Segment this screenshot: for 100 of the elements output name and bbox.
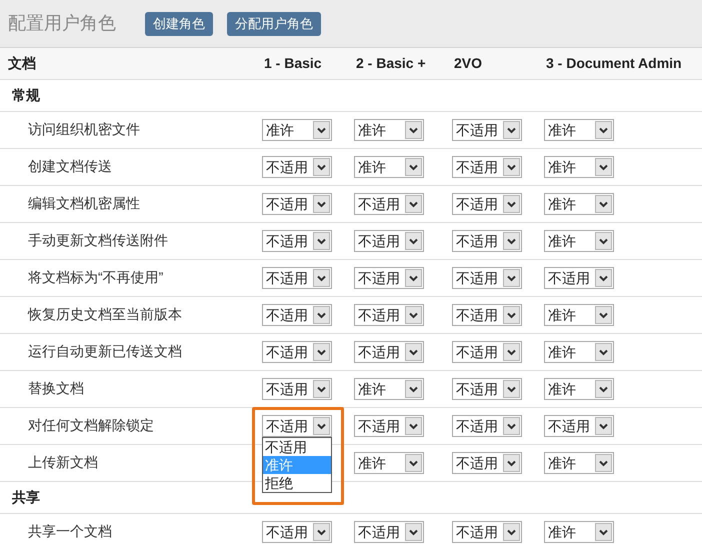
permission-select[interactable]: 不适用 <box>354 341 424 363</box>
caret-icon <box>599 200 608 208</box>
caret-icon <box>599 164 608 170</box>
caret-icon <box>317 422 326 430</box>
caret-icon <box>599 528 608 536</box>
permission-select[interactable]: 不适用 <box>354 267 424 289</box>
permission-select[interactable]: 不适用 <box>452 156 522 178</box>
permission-select[interactable]: 不适用 <box>262 267 332 289</box>
permission-select[interactable]: 准许 <box>544 304 614 326</box>
permission-label: 恢复历史文档至当前版本 <box>28 306 182 322</box>
permission-select[interactable]: 准许 <box>354 156 424 178</box>
caret-icon <box>599 274 608 282</box>
column-header: 文档 <box>8 54 36 70</box>
caret-icon <box>507 528 516 536</box>
permission-select[interactable]: 不适用 <box>452 193 522 215</box>
permission-label: 运行自动更新已传送文档 <box>28 343 182 359</box>
caret-icon <box>507 238 516 244</box>
permission-select[interactable]: 不适用 <box>262 415 332 437</box>
caret-icon <box>507 422 516 430</box>
permission-select[interactable]: 不适用 <box>452 378 522 400</box>
caret-icon <box>599 348 608 356</box>
caret-icon <box>507 348 516 356</box>
caret-icon <box>507 386 516 392</box>
caret-icon <box>409 200 418 208</box>
section-label: 常规 <box>12 86 40 105</box>
caret-icon <box>507 200 516 208</box>
dropdown-option[interactable]: 不适用 <box>263 438 331 456</box>
caret-icon <box>409 422 418 430</box>
permission-select[interactable]: 准许 <box>544 119 614 141</box>
permission-select[interactable]: 不适用 <box>262 230 332 252</box>
permission-select[interactable]: 不适用 <box>452 452 522 474</box>
caret-icon <box>599 386 608 392</box>
permission-label: 共享一个文档 <box>28 523 112 539</box>
permission-select[interactable]: 不适用 <box>262 304 332 326</box>
permission-select[interactable]: 不适用 <box>452 521 522 543</box>
column-header: 2VO <box>454 54 482 70</box>
caret-icon <box>409 460 418 466</box>
permission-label: 对任何文档解除锁定 <box>28 417 154 433</box>
permission-select[interactable]: 不适用 <box>452 267 522 289</box>
permission-select[interactable]: 不适用 <box>452 415 522 437</box>
caret-icon <box>507 164 516 170</box>
permission-select[interactable]: 不适用 <box>544 267 614 289</box>
permission-select[interactable]: 不适用 <box>354 304 424 326</box>
permission-select[interactable]: 准许 <box>544 378 614 400</box>
caret-icon <box>409 386 418 392</box>
caret-icon <box>507 274 516 282</box>
caret-icon <box>317 386 326 392</box>
section-label: 共享 <box>12 488 40 507</box>
permission-label: 创建文档传送 <box>28 158 112 174</box>
permission-select[interactable]: 不适用 <box>354 415 424 437</box>
permission-select[interactable]: 准许 <box>354 119 424 141</box>
permission-select[interactable]: 不适用 <box>262 156 332 178</box>
caret-icon <box>507 126 516 134</box>
caret-icon <box>599 312 608 318</box>
permission-select[interactable]: 不适用 <box>354 521 424 543</box>
caret-icon <box>317 164 326 170</box>
permission-select[interactable]: 准许 <box>354 378 424 400</box>
caret-icon <box>317 348 326 356</box>
permission-select[interactable]: 准许 <box>544 521 614 543</box>
permission-select[interactable]: 不适用 <box>452 230 522 252</box>
permission-label: 上传新文档 <box>28 454 98 470</box>
dropdown-option[interactable]: 拒绝 <box>263 474 331 492</box>
permission-select[interactable]: 不适用 <box>262 521 332 543</box>
permission-select[interactable]: 不适用 <box>262 378 332 400</box>
permission-select[interactable]: 不适用 <box>452 341 522 363</box>
column-header: 1 - Basic <box>264 54 322 70</box>
caret-icon <box>409 528 418 536</box>
caret-icon <box>409 348 418 356</box>
permission-select[interactable]: 准许 <box>262 119 332 141</box>
permission-select[interactable]: 准许 <box>544 341 614 363</box>
caret-icon <box>317 312 326 318</box>
permission-label: 替换文档 <box>28 380 84 396</box>
permission-select[interactable]: 不适用 <box>544 415 614 437</box>
permission-select[interactable]: 准许 <box>544 452 614 474</box>
caret-icon <box>599 126 608 134</box>
permission-label: 手动更新文档传送附件 <box>28 232 168 248</box>
permission-select[interactable]: 不适用 <box>452 304 522 326</box>
action-button[interactable]: 创建角色 <box>145 12 213 36</box>
caret-icon <box>317 126 326 134</box>
caret-icon <box>599 460 608 466</box>
caret-icon <box>317 200 326 208</box>
permission-label: 访问组织机密文件 <box>28 121 140 137</box>
permission-select[interactable]: 准许 <box>544 156 614 178</box>
permission-select[interactable]: 准许 <box>354 452 424 474</box>
permission-label: 将文档标为“不再使用” <box>28 269 164 285</box>
action-button[interactable]: 分配用户角色 <box>227 12 321 36</box>
permission-select[interactable]: 不适用 <box>452 119 522 141</box>
permission-select[interactable]: 准许 <box>544 193 614 215</box>
caret-icon <box>409 238 418 244</box>
permission-select[interactable]: 不适用 <box>354 230 424 252</box>
permission-select[interactable]: 不适用 <box>262 193 332 215</box>
caret-icon <box>409 126 418 134</box>
caret-icon <box>599 238 608 244</box>
caret-icon <box>317 238 326 244</box>
page-title: 配置用户角色 <box>8 12 117 35</box>
permission-select[interactable]: 不适用 <box>354 193 424 215</box>
caret-icon <box>409 274 418 282</box>
permission-select[interactable]: 不适用 <box>262 341 332 363</box>
caret-icon <box>599 422 608 430</box>
permission-select[interactable]: 准许 <box>544 230 614 252</box>
